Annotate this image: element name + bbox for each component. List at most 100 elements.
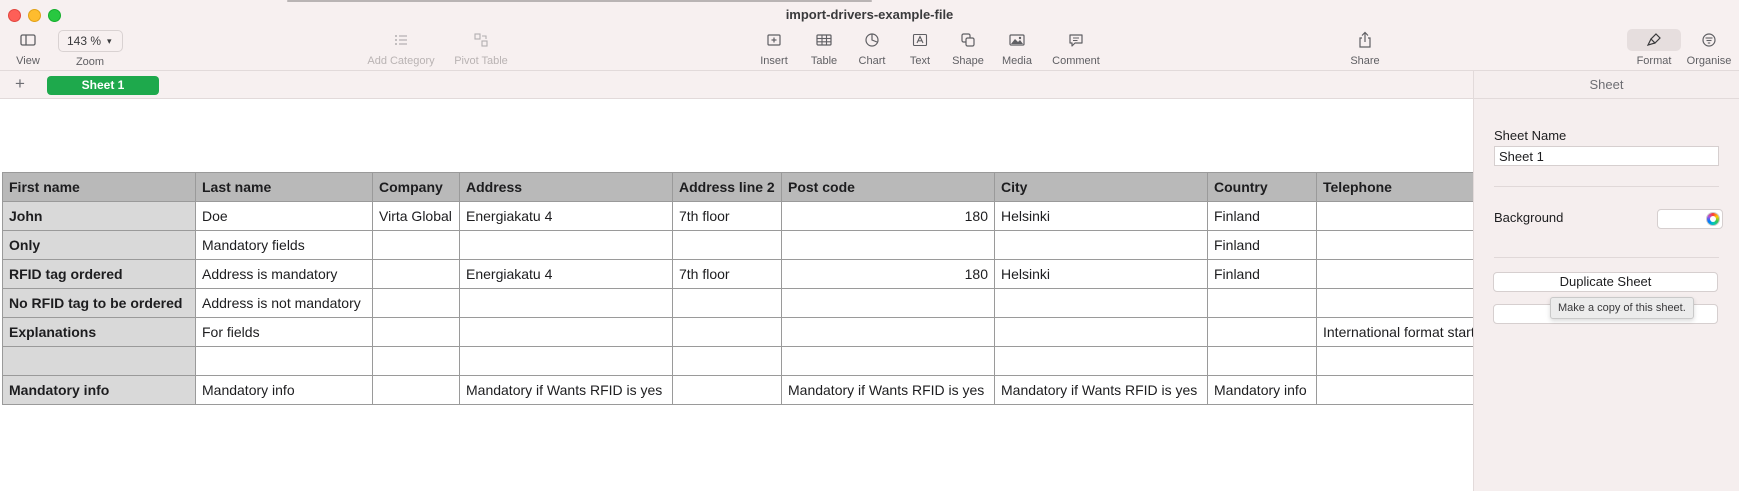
column-header[interactable]: Company <box>372 172 460 202</box>
table-cell[interactable] <box>1316 346 1473 376</box>
column-header[interactable]: Country <box>1207 172 1317 202</box>
table-cell[interactable] <box>1316 201 1473 231</box>
table-cell[interactable]: Address is mandatory <box>195 259 373 289</box>
column-header[interactable]: City <box>994 172 1208 202</box>
table-row <box>2 346 1473 376</box>
table-cell[interactable] <box>459 230 673 260</box>
row-header-cell[interactable]: Explanations <box>2 317 196 347</box>
comment-button[interactable]: Comment <box>1041 30 1111 67</box>
row-header-cell[interactable]: Only <box>2 230 196 260</box>
table-cell[interactable] <box>459 288 673 318</box>
table-cell[interactable] <box>372 259 460 289</box>
table-cell[interactable] <box>459 317 673 347</box>
column-header[interactable]: Address line 2 <box>672 172 782 202</box>
table-row: RFID tag ordered Address is mandatory En… <box>2 259 1473 289</box>
sheet-name-field[interactable] <box>1494 146 1719 166</box>
table-cell[interactable] <box>1207 346 1317 376</box>
table-cell[interactable] <box>372 375 460 405</box>
table-cell[interactable] <box>1316 230 1473 260</box>
table-cell[interactable]: Energiakatu 4 <box>459 259 673 289</box>
table-cell[interactable] <box>1207 317 1317 347</box>
table-cell[interactable] <box>994 288 1208 318</box>
table-cell[interactable] <box>994 230 1208 260</box>
table-cell[interactable] <box>672 288 782 318</box>
column-header[interactable]: Telephone <box>1316 172 1473 202</box>
table-cell[interactable]: 180 <box>781 201 995 231</box>
comment-icon <box>1041 30 1111 50</box>
sidebar-icon <box>0 30 63 50</box>
column-header[interactable]: First name <box>2 172 196 202</box>
table-cell[interactable] <box>781 288 995 318</box>
table-cell[interactable] <box>372 288 460 318</box>
table-cell[interactable]: Helsinki <box>994 259 1208 289</box>
sheet-canvas[interactable]: First name Last name Company Address Add… <box>0 100 1473 491</box>
table-cell[interactable]: 180 <box>781 259 995 289</box>
zoom-label: Zoom <box>75 56 105 68</box>
table-cell[interactable]: Mandatory info <box>1207 375 1317 405</box>
table-cell[interactable] <box>672 375 782 405</box>
table-cell[interactable]: Doe <box>195 201 373 231</box>
table-cell[interactable]: Mandatory fields <box>195 230 373 260</box>
zoom-select[interactable]: 143 % ▾ <box>58 30 123 52</box>
table-cell[interactable] <box>1316 288 1473 318</box>
table-cell[interactable] <box>672 230 782 260</box>
table-cell[interactable]: Energiakatu 4 <box>459 201 673 231</box>
column-header[interactable]: Address <box>459 172 673 202</box>
pivot-table-label: Pivot Table <box>454 55 508 67</box>
table-row: John Doe Virta Global Energiakatu 4 7th … <box>2 201 1473 231</box>
table-cell[interactable]: Finland <box>1207 230 1317 260</box>
table-cell[interactable] <box>994 346 1208 376</box>
sidebar-divider <box>1494 186 1719 187</box>
table-cell[interactable]: Mandatory if Wants RFID is yes <box>781 375 995 405</box>
color-wheel-icon[interactable] <box>1706 212 1720 226</box>
table-row: Only Mandatory fields Finland <box>2 230 1473 260</box>
table-cell[interactable]: Virta Global <box>372 201 460 231</box>
table-cell[interactable] <box>781 317 995 347</box>
table-cell[interactable] <box>672 346 782 376</box>
view-button[interactable]: View <box>0 30 63 67</box>
share-icon <box>1330 30 1400 50</box>
table-cell[interactable] <box>195 346 373 376</box>
table-cell[interactable] <box>781 230 995 260</box>
duplicate-sheet-button[interactable]: Duplicate Sheet <box>1493 272 1718 292</box>
table-cell[interactable] <box>459 346 673 376</box>
table-cell[interactable]: Finland <box>1207 201 1317 231</box>
table-cell[interactable]: Mandatory if Wants RFID is yes <box>994 375 1208 405</box>
sidebar-title: Sheet <box>1474 71 1739 99</box>
table-cell[interactable]: 7th floor <box>672 259 782 289</box>
table-cell[interactable] <box>372 230 460 260</box>
table-cell[interactable]: Mandatory if Wants RFID is yes <box>459 375 673 405</box>
table-cell[interactable] <box>372 346 460 376</box>
add-category-button[interactable]: Add Category <box>366 30 436 67</box>
tab-sheet-1[interactable]: Sheet 1 <box>47 76 159 95</box>
table-cell[interactable]: International format start <box>1316 317 1473 347</box>
table-cell[interactable]: Mandatory info <box>195 375 373 405</box>
row-header-cell[interactable]: John <box>2 201 196 231</box>
add-sheet-button[interactable]: + <box>15 75 25 93</box>
share-label: Share <box>1350 55 1380 67</box>
share-button[interactable]: Share <box>1330 30 1400 67</box>
table-cell[interactable] <box>1316 259 1473 289</box>
table-cell[interactable] <box>372 317 460 347</box>
table-cell[interactable]: Helsinki <box>994 201 1208 231</box>
column-header[interactable]: Last name <box>195 172 373 202</box>
row-header-cell[interactable]: No RFID tag to be ordered <box>2 288 196 318</box>
row-header-cell[interactable]: Mandatory info <box>2 375 196 405</box>
table-cell[interactable] <box>994 317 1208 347</box>
table-cell[interactable]: For fields <box>195 317 373 347</box>
table-cell[interactable] <box>1316 375 1473 405</box>
zoom-value: 143 % <box>67 34 102 48</box>
table-cell[interactable]: Finland <box>1207 259 1317 289</box>
table-cell[interactable] <box>672 317 782 347</box>
pivot-table-button[interactable]: Pivot Table <box>446 30 516 67</box>
table-cell[interactable] <box>1207 288 1317 318</box>
row-header-cell[interactable] <box>2 346 196 376</box>
organise-button[interactable]: Organise <box>1674 30 1739 67</box>
table-cell[interactable]: Address is not mandatory <box>195 288 373 318</box>
background-color-well[interactable] <box>1657 209 1723 229</box>
column-header[interactable]: Post code <box>781 172 995 202</box>
table-cell[interactable]: 7th floor <box>672 201 782 231</box>
organise-icon <box>1674 30 1739 50</box>
table-cell[interactable] <box>781 346 995 376</box>
row-header-cell[interactable]: RFID tag ordered <box>2 259 196 289</box>
